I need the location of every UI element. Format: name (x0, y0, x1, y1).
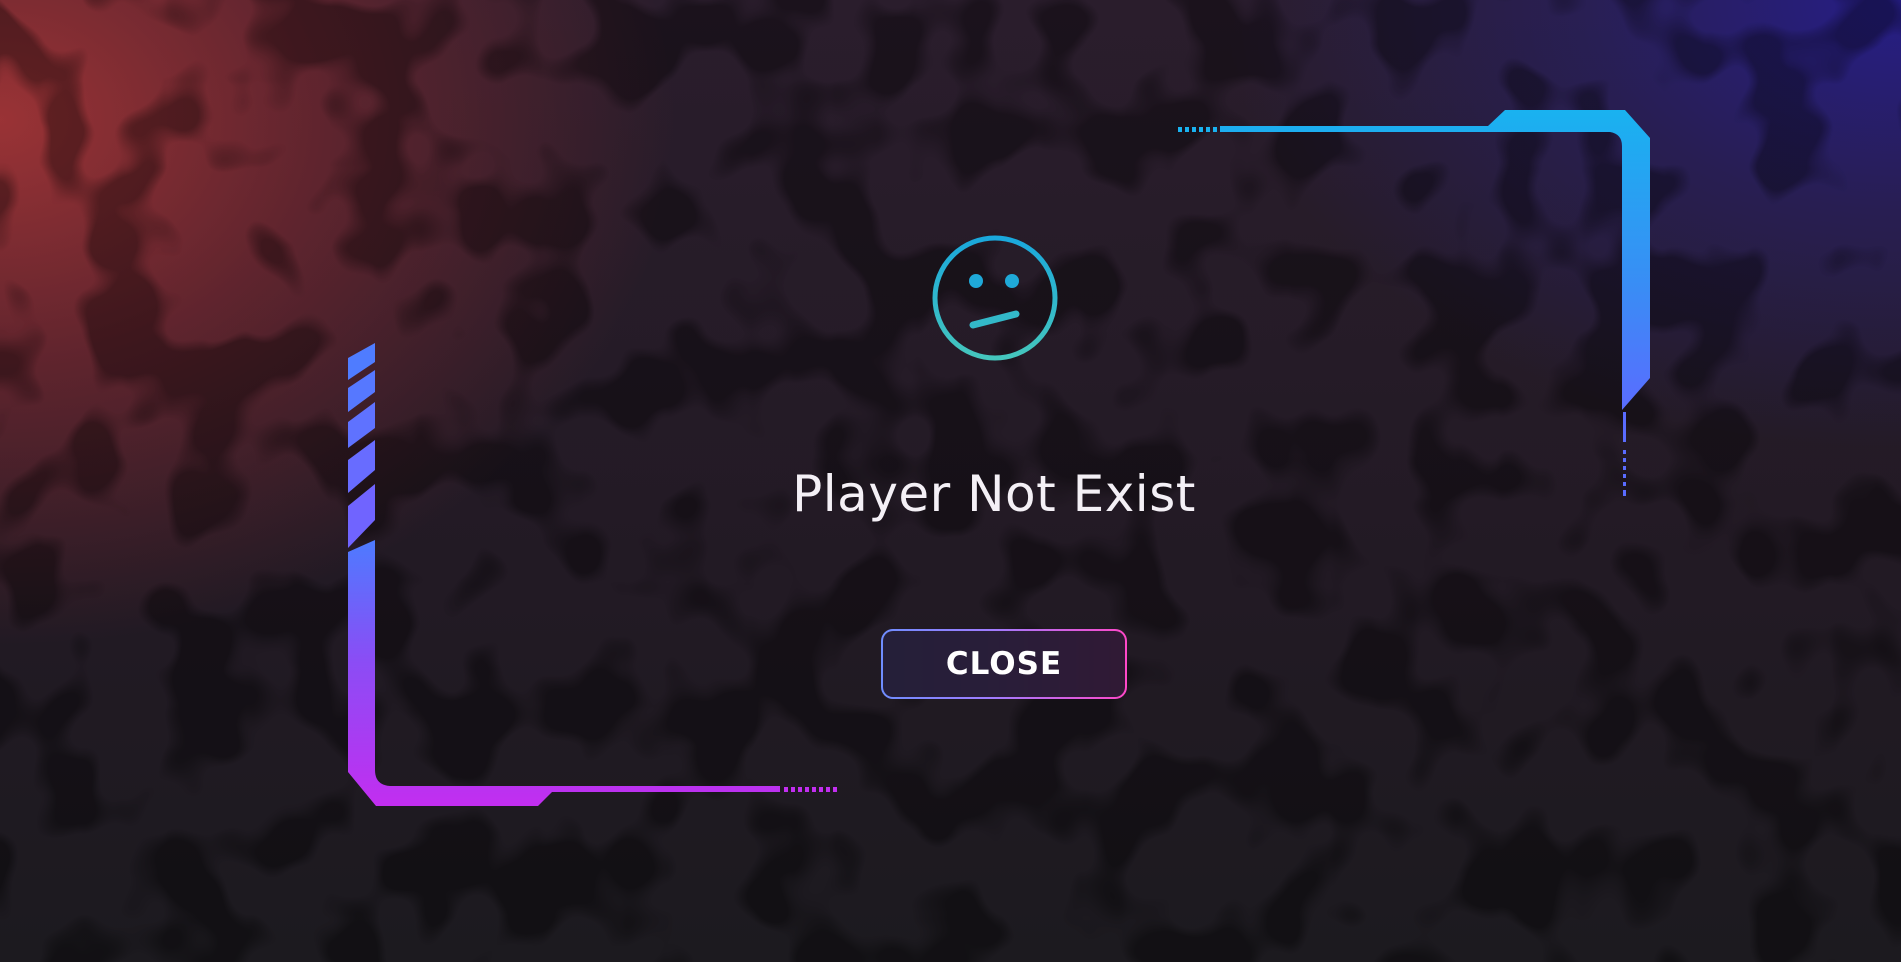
error-dialog-screen: Player Not Exist CLOSE (0, 0, 1901, 962)
top-right-corner-bracket (1178, 110, 1650, 496)
bottom-left-corner-bracket (348, 343, 837, 806)
close-button-label: CLOSE (883, 631, 1125, 697)
neutral-face-icon (932, 235, 1058, 361)
error-message: Player Not Exist (792, 465, 1196, 523)
close-button[interactable]: CLOSE (881, 629, 1127, 699)
